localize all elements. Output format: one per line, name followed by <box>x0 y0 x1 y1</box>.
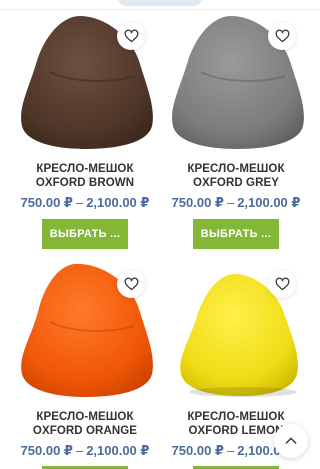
product-card-orange[interactable]: КРЕСЛО-МЕШОК OXFORD ORANGE 750.00 ₽ –2,10… <box>10 260 160 469</box>
heart-outline-icon <box>124 29 138 42</box>
product-card-brown[interactable]: КРЕСЛО-МЕШОК OXFORD BROWN 750.00 ₽ –2,100… <box>10 12 160 262</box>
product-title-brown[interactable]: КРЕСЛО-МЕШОК OXFORD BROWN <box>10 162 160 190</box>
select-options-button-brown[interactable]: ВЫБРАТЬ ... <box>42 219 128 249</box>
top-bar <box>0 0 320 10</box>
wishlist-button-orange[interactable] <box>117 270 145 298</box>
chevron-up-icon <box>285 437 297 444</box>
price-max: 2,100.00 ₽ <box>86 443 150 458</box>
price-min: 750.00 ₽ <box>20 443 73 458</box>
wishlist-button-lemon[interactable] <box>268 270 296 298</box>
product-price-grey: 750.00 ₽ –2,100.00 ₽ <box>171 195 301 210</box>
product-title-orange[interactable]: КРЕСЛО-МЕШОК OXFORD ORANGE <box>10 410 160 438</box>
price-min: 750.00 ₽ <box>171 443 224 458</box>
product-price-orange: 750.00 ₽ –2,100.00 ₽ <box>20 443 150 458</box>
product-card-grey[interactable]: КРЕСЛО-МЕШОК OXFORD GREY 750.00 ₽ –2,100.… <box>161 12 311 262</box>
heart-outline-icon <box>275 29 289 42</box>
wishlist-button-grey[interactable] <box>268 22 296 50</box>
price-max: 2,100.00 ₽ <box>86 195 150 210</box>
price-max: 2,100.00 ₽ <box>237 195 301 210</box>
wishlist-button-brown[interactable] <box>117 22 145 50</box>
scroll-to-top-button[interactable] <box>274 424 308 458</box>
heart-outline-icon <box>275 277 289 290</box>
heart-outline-icon <box>124 277 138 290</box>
price-min: 750.00 ₽ <box>20 195 73 210</box>
product-price-brown: 750.00 ₽ –2,100.00 ₽ <box>20 195 150 210</box>
top-bar-shape <box>118 0 202 6</box>
price-min: 750.00 ₽ <box>171 195 224 210</box>
product-title-grey[interactable]: КРЕСЛО-МЕШОК OXFORD GREY <box>161 162 311 190</box>
select-options-button-grey[interactable]: ВЫБРАТЬ ... <box>193 219 279 249</box>
